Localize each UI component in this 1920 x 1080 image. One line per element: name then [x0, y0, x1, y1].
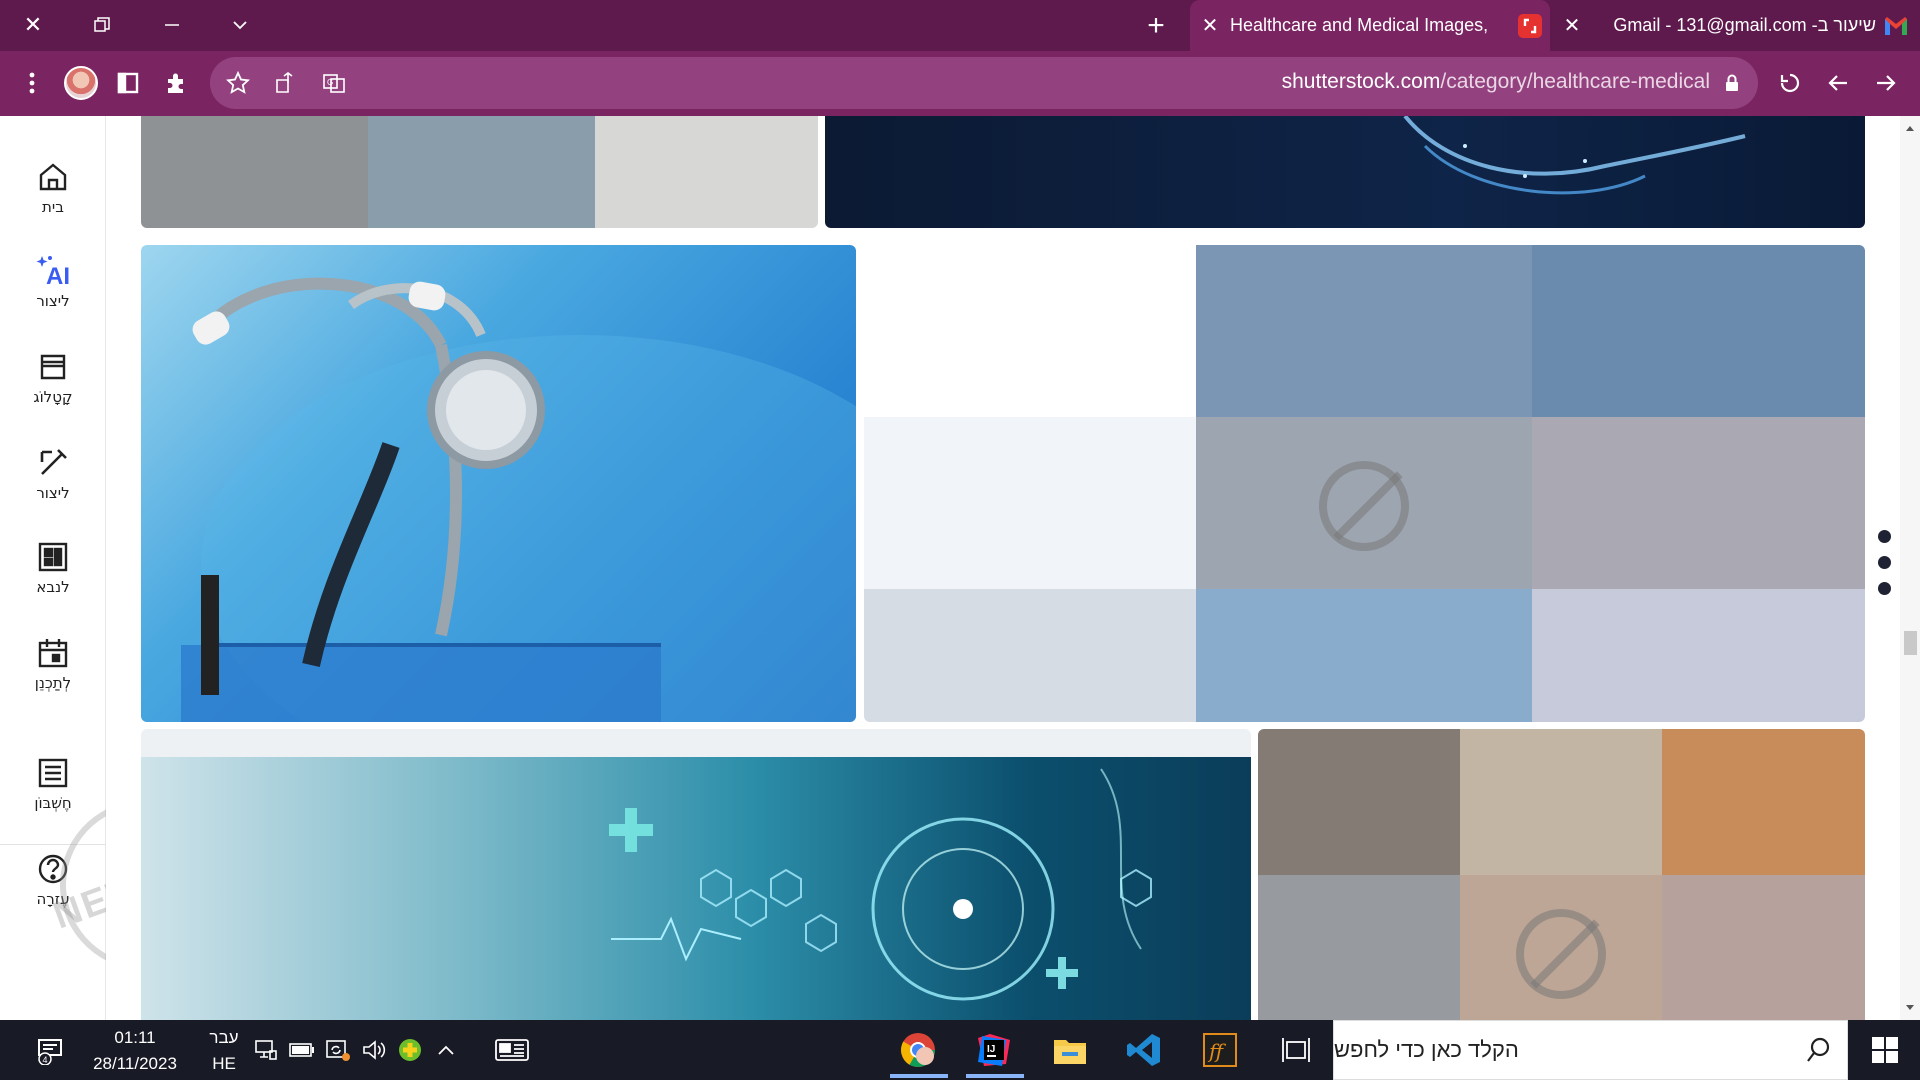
new-tab-button[interactable]: +: [1138, 8, 1174, 44]
tab-title: שיעור ב- Gmail - 131@gmail.com: [1613, 15, 1876, 35]
svg-text:4: 4: [42, 1055, 47, 1065]
tray-app-icon[interactable]: [394, 1030, 426, 1070]
search-icon: [1796, 1030, 1840, 1070]
tab-search-button[interactable]: [222, 8, 258, 42]
more-options-dots[interactable]: [1878, 530, 1892, 608]
gmail-favicon-icon: [1884, 16, 1908, 36]
show-hidden-icons-button[interactable]: [430, 1030, 462, 1070]
lang-code: HE: [212, 1054, 236, 1073]
calendar-icon: [38, 639, 68, 668]
scroll-thumb[interactable]: [1904, 631, 1917, 655]
nav-item-edit[interactable]: ליצור: [0, 446, 106, 502]
share-icon[interactable]: [268, 65, 304, 101]
blocked-image-icon: [1319, 461, 1409, 551]
volume-icon[interactable]: [358, 1030, 390, 1070]
taskbar-file-explorer-icon[interactable]: [1040, 1030, 1100, 1070]
nav-item-catalog[interactable]: קָטָלוֹג: [0, 350, 106, 406]
close-icon[interactable]: ✕: [1552, 13, 1592, 38]
edit-icon: [40, 449, 67, 475]
tab-gmail[interactable]: ✕ שיעור ב- Gmail - 131@gmail.com: [1552, 0, 1920, 51]
chevron-down-icon: [233, 21, 247, 30]
svg-text:G: G: [327, 78, 333, 87]
windows-logo-icon: [1872, 1037, 1898, 1063]
nav-item-ai-create[interactable]: AI ליצור: [0, 254, 106, 310]
profile-avatar[interactable]: [64, 66, 98, 100]
chevron-up-icon: [438, 1045, 454, 1055]
nav-label: חֶשְׁבּוֹן: [34, 794, 72, 812]
translate-icon[interactable]: G: [316, 65, 352, 101]
nav-label: ליצור: [36, 292, 70, 310]
notification-icon: 4: [38, 1039, 62, 1065]
forward-arrow-icon[interactable]: [1868, 65, 1904, 101]
tab-title: Healthcare and Medical Images,: [1230, 15, 1489, 35]
news-widget-icon[interactable]: [488, 1030, 536, 1070]
nav-label: בית: [42, 198, 64, 216]
system-clock[interactable]: 01:11 28/11/2023: [90, 1025, 180, 1077]
nav-label: קָטָלוֹג: [33, 388, 73, 406]
home-icon: [39, 163, 67, 191]
dashboard-icon: [38, 542, 68, 572]
image-tile-medical-tech[interactable]: [141, 729, 1251, 1020]
reload-icon[interactable]: [1772, 65, 1808, 101]
close-icon[interactable]: ✕: [1190, 13, 1230, 38]
image-tile-placeholder[interactable]: [864, 245, 1865, 722]
nav-label: לְתַכְנֵן: [34, 674, 72, 692]
battery-icon[interactable]: [286, 1030, 318, 1070]
restore-icon: [94, 17, 110, 32]
taskbar-intellij-icon[interactable]: IJ: [964, 1030, 1024, 1070]
sync-status-icon[interactable]: [322, 1030, 354, 1070]
close-window-button[interactable]: ✕: [15, 8, 51, 42]
image-grid: [106, 116, 1900, 1020]
image-tile-placeholder[interactable]: [1258, 729, 1865, 1020]
taskbar-chrome-icon[interactable]: [888, 1030, 948, 1070]
task-view-icon[interactable]: [1268, 1030, 1324, 1070]
back-arrow-icon[interactable]: [1820, 65, 1856, 101]
menu-dots-icon[interactable]: [14, 65, 50, 101]
account-list-icon: [38, 758, 68, 788]
running-indicator: [966, 1074, 1024, 1078]
notification-center-button[interactable]: 4: [24, 1030, 76, 1070]
lang-native: עבר: [209, 1028, 239, 1047]
restore-window-button[interactable]: [84, 8, 120, 42]
running-indicator: [890, 1074, 948, 1078]
extensions-icon[interactable]: [158, 65, 194, 101]
network-icon[interactable]: [250, 1030, 282, 1070]
search-placeholder: הקלד כאן כדי לחפש: [1334, 1037, 1519, 1062]
image-tile-stethoscope[interactable]: [141, 245, 856, 722]
clock-date: 28/11/2023: [93, 1054, 177, 1073]
nav-item-home[interactable]: בית: [0, 160, 106, 216]
bookmark-star-icon[interactable]: [220, 65, 256, 101]
lock-icon: [1714, 65, 1750, 101]
scroll-down-icon: [1906, 1005, 1914, 1010]
side-panel-icon[interactable]: [110, 65, 146, 101]
taskbar-fontforge-icon[interactable]: ff: [1190, 1030, 1250, 1070]
tab-shutterstock[interactable]: ✕ Healthcare and Medical Images,: [1190, 0, 1550, 51]
scroll-up-icon: [1906, 126, 1914, 131]
nav-label: ליצור: [36, 484, 70, 502]
minimize-icon: [165, 24, 179, 26]
windows-start-button[interactable]: [1860, 1030, 1910, 1070]
blocked-image-icon: [1516, 909, 1606, 999]
svg-text:AI: AI: [46, 263, 70, 288]
svg-text:IJ: IJ: [987, 1044, 995, 1055]
minimize-window-button[interactable]: [154, 8, 190, 42]
taskbar-vscode-icon[interactable]: [1114, 1030, 1174, 1070]
language-indicator[interactable]: עבר HE: [204, 1025, 244, 1077]
clock-time: 01:11: [114, 1028, 156, 1047]
taskbar-search-box[interactable]: הקלד כאן כדי לחפש: [1333, 1020, 1848, 1080]
image-tile-digital-hand[interactable]: [825, 116, 1865, 228]
nav-item-account[interactable]: חֶשְׁבּוֹן: [0, 756, 106, 812]
image-tile-placeholder[interactable]: [141, 116, 818, 228]
nav-item-plan[interactable]: לְתַכְנֵן: [0, 636, 106, 692]
catalog-icon: [40, 354, 66, 380]
nav-label: לנבא: [36, 578, 70, 596]
shutterstock-favicon-icon: [1518, 13, 1542, 38]
ai-sparkle-icon: AI: [36, 256, 70, 288]
page-scrollbar[interactable]: [1900, 116, 1920, 1020]
url-text[interactable]: shutterstock.com/category/healthcare-med…: [1282, 70, 1710, 94]
nav-item-predict[interactable]: לנבא: [0, 540, 106, 596]
